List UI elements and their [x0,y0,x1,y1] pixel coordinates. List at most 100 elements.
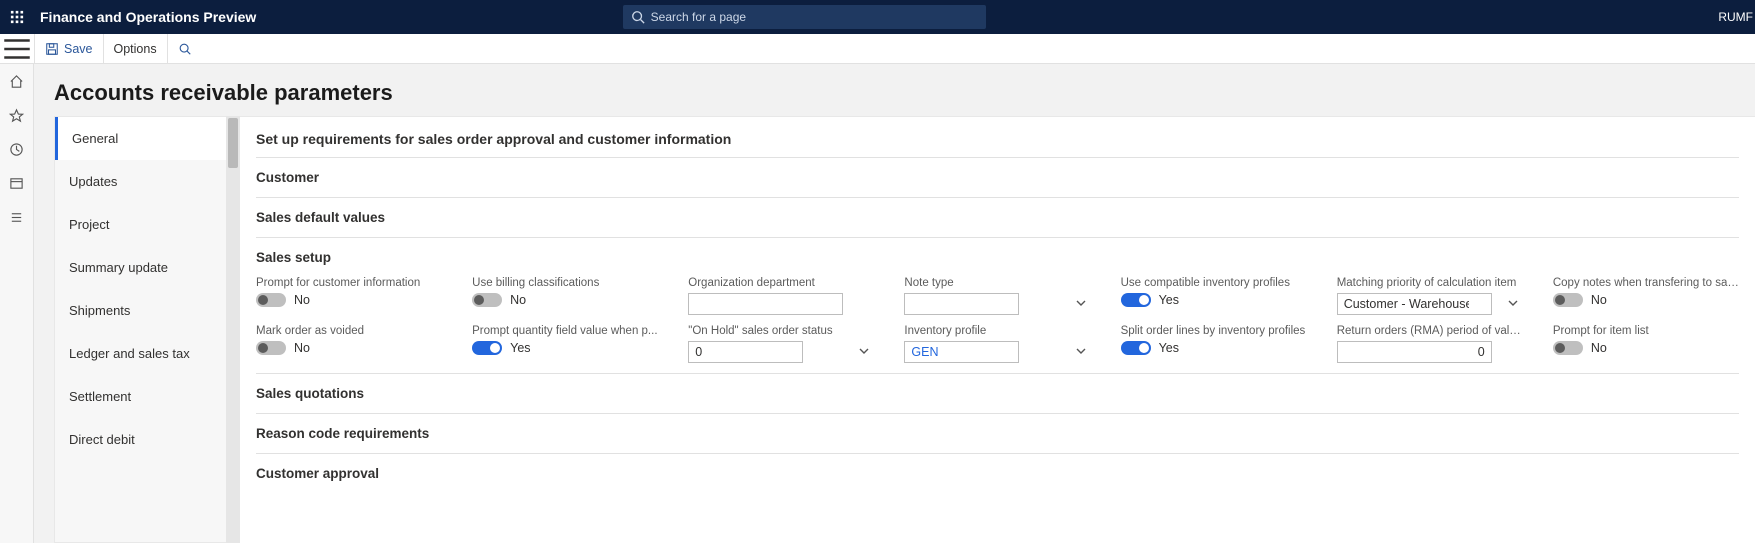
toggle-compatible-inventory-profiles[interactable] [1121,293,1151,307]
chevron-down-icon [1507,297,1519,312]
toggle-text: Yes [510,341,530,355]
find-button[interactable] [168,34,202,63]
save-button[interactable]: Save [35,34,103,63]
sales-setup-fields: Prompt for customer information No Use b… [256,267,1739,363]
toggle-text: No [1591,341,1607,355]
rail-favorites[interactable] [0,104,33,126]
toggle-prompt-qty[interactable] [472,341,502,355]
toggle-prompt-item-list[interactable] [1553,341,1583,355]
label: Prompt for item list [1553,325,1739,337]
clock-icon [9,142,24,157]
rail-recent[interactable] [0,138,33,160]
workspace: Accounts receivable parameters General U… [34,64,1755,543]
page-body: General Updates Project Summary update S… [34,116,1755,543]
app-brand: Finance and Operations Preview [40,9,256,25]
label: Organization department [688,277,874,289]
toggle-mark-voided[interactable] [256,341,286,355]
chevron-down-icon [1075,345,1087,360]
label: Return orders (RMA) period of validity [1337,325,1523,337]
star-icon [9,108,24,123]
field-copy-notes-transfer: Copy notes when transfering to sale... N… [1553,277,1739,315]
chevron-down-icon [1075,297,1087,312]
combo-inventory-profile[interactable] [904,341,1019,363]
workspace-shell: Accounts receivable parameters General U… [0,64,1755,543]
toggle-text: Yes [1159,293,1179,307]
field-split-order-lines: Split order lines by inventory profiles … [1121,325,1307,363]
home-icon [9,74,24,89]
fasttab-sales-quotations-header[interactable]: Sales quotations [256,384,1739,403]
toggle-text: No [294,293,310,307]
save-label: Save [64,42,93,56]
vtab-settlement[interactable]: Settlement [55,375,226,418]
fasttab-customer-approval-header[interactable]: Customer approval [256,464,1739,483]
fasttab-customer-header[interactable]: Customer [256,168,1739,187]
input-rma-validity[interactable] [1337,341,1492,363]
label: Mark order as voided [256,325,442,337]
fasttab-sales-defaults-header[interactable]: Sales default values [256,208,1739,227]
nav-toggle-button[interactable] [0,32,34,66]
left-nav-rail [0,64,34,543]
label: Use billing classifications [472,277,658,289]
vtab-ledger-sales-tax[interactable]: Ledger and sales tax [55,332,226,375]
toggle-copy-notes-transfer[interactable] [1553,293,1583,307]
toggle-text: No [294,341,310,355]
input-organization-department[interactable] [688,293,843,315]
fasttab-sales-setup-header[interactable]: Sales setup [256,248,1739,267]
global-search-input[interactable] [651,10,978,24]
toggle-text: No [510,293,526,307]
options-button[interactable]: Options [104,34,167,63]
label: Copy notes when transfering to sale... [1553,277,1739,289]
combo-note-type[interactable] [904,293,1019,315]
rail-home[interactable] [0,70,33,92]
fasttab-reason-codes: Reason code requirements [256,413,1739,453]
fasttab-sales-quotations: Sales quotations [256,373,1739,413]
app-launcher-icon[interactable] [0,10,34,24]
options-label: Options [114,42,157,56]
fasttab-sales-setup: Sales setup Prompt for customer informat… [256,237,1739,373]
vtab-project[interactable]: Project [55,203,226,246]
fasttab-customer: Customer [256,157,1739,197]
label: Use compatible inventory profiles [1121,277,1307,289]
rail-workspaces[interactable] [0,172,33,194]
field-compatible-inventory-profiles: Use compatible inventory profiles Yes [1121,277,1307,315]
fasttab-sales-defaults: Sales default values [256,197,1739,237]
vtab-general[interactable]: General [55,117,226,160]
save-icon [45,42,59,56]
toggle-prompt-customer-info[interactable] [256,293,286,307]
vtab-direct-debit[interactable]: Direct debit [55,418,226,461]
field-mark-voided: Mark order as voided No [256,325,442,363]
field-prompt-item-list: Prompt for item list No [1553,325,1739,363]
page-title: Accounts receivable parameters [34,64,1755,116]
field-on-hold-status: "On Hold" sales order status [688,325,874,363]
action-bar: Save Options [0,34,1755,64]
label: Matching priority of calculation item [1337,277,1523,289]
global-search[interactable] [623,5,986,29]
field-note-type: Note type [904,277,1090,315]
scroll-thumb[interactable] [228,118,238,168]
vtab-updates[interactable]: Updates [55,160,226,203]
vtab-shipments[interactable]: Shipments [55,289,226,332]
search-icon [178,42,192,56]
combo-on-hold-status[interactable] [688,341,803,363]
section-description: Set up requirements for sales order appr… [256,127,1739,157]
combo-matching-priority[interactable] [1337,293,1492,315]
toggle-split-order-lines[interactable] [1121,341,1151,355]
form-area: Set up requirements for sales order appr… [240,116,1755,543]
field-prompt-qty: Prompt quantity field value when p... Ye… [472,325,658,363]
toggle-text: Yes [1159,341,1179,355]
fasttab-reason-codes-header[interactable]: Reason code requirements [256,424,1739,443]
vtabs-scrollbar[interactable]: ▲ [226,116,240,543]
vtab-summary-update[interactable]: Summary update [55,246,226,289]
label: Prompt quantity field value when p... [472,325,658,337]
workspace-icon [9,176,24,191]
toggle-use-billing-classifications[interactable] [472,293,502,307]
field-use-billing-classifications: Use billing classifications No [472,277,658,315]
vertical-tabs: General Updates Project Summary update S… [54,116,226,543]
menu-icon [0,32,34,66]
legal-entity-short[interactable]: RUMF [1718,10,1755,24]
search-icon [631,10,645,24]
field-prompt-customer-info: Prompt for customer information No [256,277,442,315]
label: Inventory profile [904,325,1090,337]
rail-modules[interactable] [0,206,33,228]
field-organization-department: Organization department [688,277,874,315]
